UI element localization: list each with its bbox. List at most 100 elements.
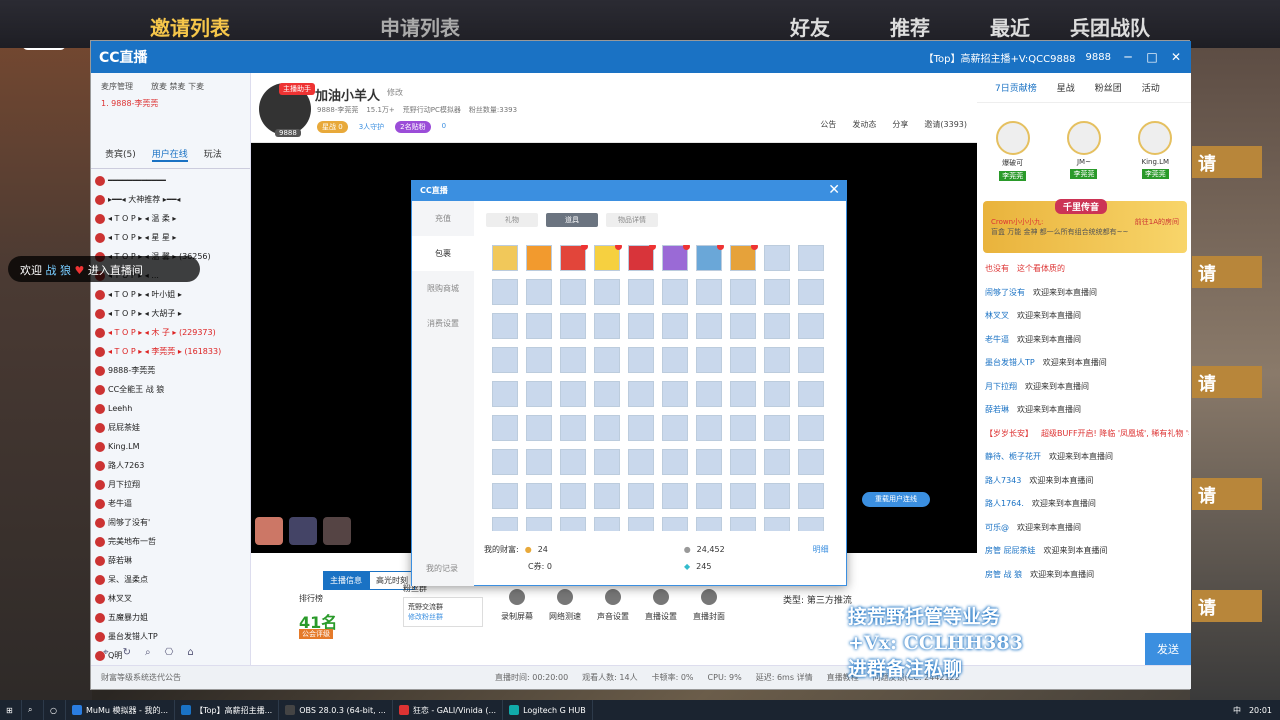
tab-star-battle[interactable]: 星战: [1057, 81, 1075, 94]
empty-slot[interactable]: [764, 517, 790, 531]
nav-limited-shop[interactable]: 限购商城: [412, 271, 474, 306]
points-badge[interactable]: 0: [436, 121, 452, 133]
chat-user[interactable]: 路人1764.: [985, 499, 1024, 508]
empty-slot[interactable]: [798, 449, 824, 475]
empty-slot[interactable]: [764, 279, 790, 305]
search-icon[interactable]: ⌕: [22, 700, 44, 720]
tab-item-details[interactable]: 物品详情: [606, 213, 658, 227]
list-item[interactable]: 林叉叉: [95, 589, 245, 608]
empty-slot[interactable]: [628, 313, 654, 339]
empty-slot[interactable]: [696, 483, 722, 509]
maximize-icon[interactable]: □: [1145, 50, 1159, 64]
list-item[interactable]: ▸━━◂ 大神推荐 ▸━━◂: [95, 190, 245, 209]
tab-online-users[interactable]: 用户在线: [151, 147, 188, 162]
taskbar-app[interactable]: MuMu 模拟器 - 我的...: [66, 700, 176, 720]
prop-item[interactable]: [662, 245, 690, 271]
tab-anchor-info[interactable]: 主播信息: [323, 571, 369, 590]
empty-slot[interactable]: [526, 449, 552, 475]
list-item[interactable]: 路人7263: [95, 456, 245, 475]
list-item[interactable]: 呆、温柔点: [95, 570, 245, 589]
chat-user[interactable]: 闹够了没有: [985, 288, 1025, 297]
broadcast-banner[interactable]: 千里传音 Crown小小小九: 前往1A的房间 盲盒 万能 金神 都一么所有组合…: [983, 199, 1187, 253]
search-icon[interactable]: ⌕: [145, 647, 151, 661]
list-item[interactable]: 五魔暴力姐: [95, 608, 245, 627]
empty-slot[interactable]: [492, 381, 518, 407]
fans-group-card[interactable]: 荒野交流群 修改粉丝群: [403, 597, 483, 627]
empty-slot[interactable]: [662, 313, 688, 339]
empty-slot[interactable]: [696, 415, 722, 441]
empty-slot[interactable]: [560, 313, 586, 339]
nav-backpack[interactable]: 包裹: [412, 236, 474, 271]
empty-slot[interactable]: [560, 279, 586, 305]
prop-item[interactable]: [696, 245, 724, 271]
empty-slot[interactable]: [628, 517, 654, 531]
invite-button[interactable]: 请: [1192, 366, 1262, 398]
chat-user[interactable]: 也没有: [985, 264, 1009, 273]
empty-slot[interactable]: [526, 483, 552, 509]
list-item[interactable]: ◂ T O P ▸ ◂ 温 柔 ▸: [95, 209, 245, 228]
task-view-icon[interactable]: ○: [44, 700, 66, 720]
wealth-notice[interactable]: 财富等级系统迭代公告: [101, 672, 181, 683]
chat-user[interactable]: 可乐@: [985, 523, 1009, 532]
empty-slot[interactable]: [764, 245, 790, 271]
empty-slot[interactable]: [594, 449, 620, 475]
empty-slot[interactable]: [594, 381, 620, 407]
list-item[interactable]: ◂ T O P ▸ ◂ 大胡子 ▸: [95, 304, 245, 323]
empty-slot[interactable]: [594, 347, 620, 373]
empty-slot[interactable]: [526, 347, 552, 373]
tab-vip[interactable]: 贵宾(5): [105, 147, 136, 162]
tab-recommend[interactable]: 推荐: [890, 12, 930, 41]
list-item[interactable]: ◂ T O P ▸ ◂ 星 星 ▸: [95, 228, 245, 247]
nav-recharge[interactable]: 充值: [412, 201, 474, 236]
chat-user[interactable]: 墨台发错人TP: [985, 358, 1035, 367]
empty-slot[interactable]: [696, 449, 722, 475]
start-icon[interactable]: ⊞: [0, 700, 22, 720]
tab-7day-ranking[interactable]: 7日贡献榜: [995, 81, 1037, 94]
tab-activity[interactable]: 活动: [1142, 81, 1160, 94]
empty-slot[interactable]: [526, 381, 552, 407]
list-item[interactable]: Leehh: [95, 399, 245, 418]
nav-spending-settings[interactable]: 消费设置: [412, 306, 474, 341]
empty-slot[interactable]: [526, 279, 552, 305]
taskbar-app[interactable]: OBS 28.0.3 (64-bit, ...: [279, 700, 393, 720]
empty-slot[interactable]: [798, 279, 824, 305]
tab-gifts[interactable]: 礼物: [486, 213, 538, 227]
empty-slot[interactable]: [730, 483, 756, 509]
list-item[interactable]: 屁屁茶娃: [95, 418, 245, 437]
empty-slot[interactable]: [492, 483, 518, 509]
gift-icon[interactable]: [289, 517, 317, 545]
empty-slot[interactable]: [662, 415, 688, 441]
close-icon[interactable]: ✕: [828, 182, 840, 198]
minimize-icon[interactable]: ─: [1121, 50, 1135, 64]
list-item[interactable]: 闹够了没有': [95, 513, 245, 532]
empty-slot[interactable]: [628, 381, 654, 407]
network-test-button[interactable]: 网络测速: [549, 589, 581, 622]
reload-connection-button[interactable]: 重载用户连线: [862, 492, 930, 507]
detail-link[interactable]: 明细: [813, 544, 829, 555]
prop-item[interactable]: [730, 245, 758, 271]
empty-slot[interactable]: [696, 313, 722, 339]
empty-slot[interactable]: [560, 449, 586, 475]
gamepad-icon[interactable]: ⎔: [165, 647, 174, 661]
empty-slot[interactable]: [798, 483, 824, 509]
chat-user[interactable]: 老牛逼: [985, 335, 1009, 344]
tab-recent[interactable]: 最近: [990, 12, 1030, 41]
empty-slot[interactable]: [798, 313, 824, 339]
announcement-button[interactable]: 公告: [820, 119, 836, 130]
close-icon[interactable]: ✕: [1169, 50, 1183, 64]
empty-slot[interactable]: [696, 279, 722, 305]
prop-item[interactable]: [526, 245, 552, 271]
empty-slot[interactable]: [764, 415, 790, 441]
empty-slot[interactable]: [628, 449, 654, 475]
location-icon[interactable]: ⌖: [103, 647, 109, 661]
sound-settings-button[interactable]: 声音设置: [597, 589, 629, 622]
invite-button[interactable]: 请: [1192, 256, 1262, 288]
home-icon[interactable]: ⌂: [187, 647, 193, 661]
mic-queue-label[interactable]: 麦序管理: [101, 81, 133, 92]
invite-button[interactable]: 请: [1192, 478, 1262, 510]
gift-icon[interactable]: [323, 517, 351, 545]
fans-badge[interactable]: 2名贴粉: [395, 121, 431, 133]
chat-user[interactable]: 林叉叉: [985, 311, 1009, 320]
empty-slot[interactable]: [764, 313, 790, 339]
chat-user[interactable]: 房管 战 狼: [985, 570, 1022, 579]
